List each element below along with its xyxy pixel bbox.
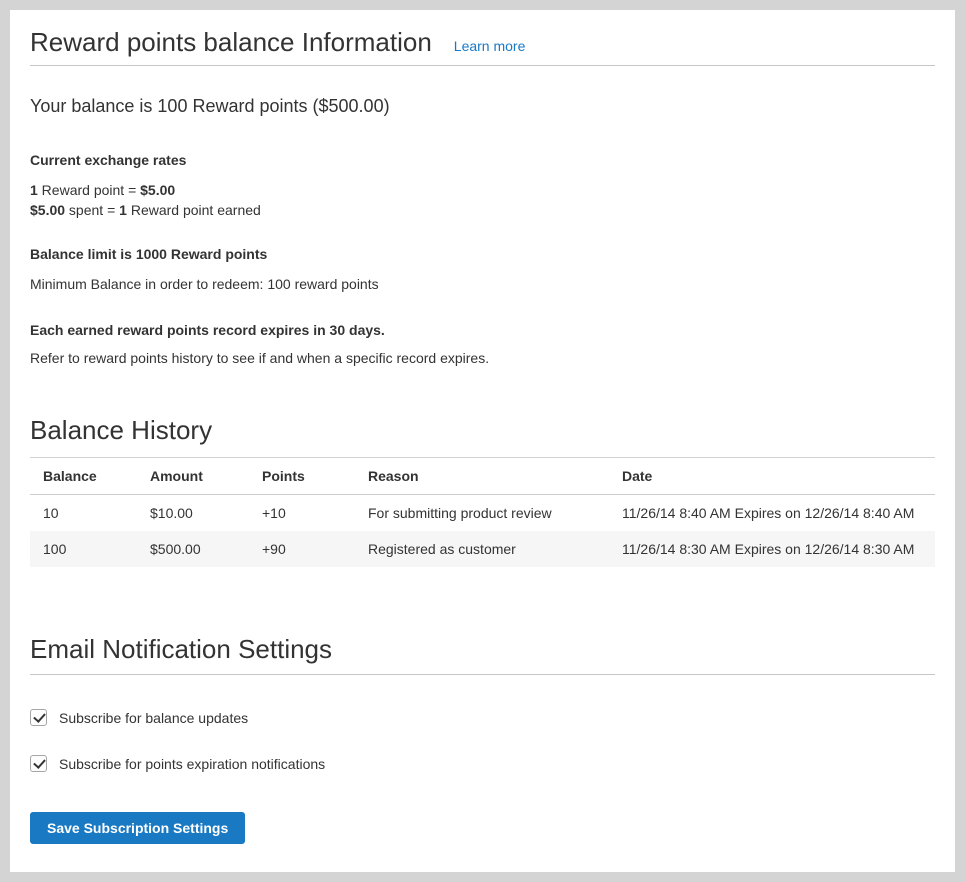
- table-row: 10 $10.00 +10 For submitting product rev…: [30, 495, 935, 532]
- cell-amount: $500.00: [137, 531, 249, 567]
- email-settings-title-row: Email Notification Settings: [30, 633, 935, 675]
- exchange-rate-line-1: 1 Reward point = $5.00: [30, 180, 935, 200]
- expiration-heading: Each earned reward points record expires…: [30, 320, 935, 340]
- page-title-row: Reward points balance Information Learn …: [30, 10, 935, 66]
- exchange-rate-point-value: 1: [30, 182, 38, 198]
- cell-amount: $10.00: [137, 495, 249, 532]
- exchange-rates-block: 1 Reward point = $5.00 $5.00 spent = 1 R…: [30, 180, 935, 220]
- balance-limit-text: Balance limit is 1000 Reward points: [30, 244, 935, 264]
- column-header-date: Date: [609, 458, 935, 495]
- subscribe-balance-label[interactable]: Subscribe for balance updates: [59, 710, 248, 726]
- expiration-note: Refer to reward points history to see if…: [30, 348, 935, 368]
- balance-history-table: Balance Amount Points Reason Date 10 $10…: [30, 457, 935, 567]
- subscribe-balance-row: Subscribe for balance updates: [30, 709, 935, 726]
- cell-reason: Registered as customer: [355, 531, 609, 567]
- exchange-rate-line-2: $5.00 spent = 1 Reward point earned: [30, 200, 935, 220]
- subscribe-expiration-row: Subscribe for points expiration notifica…: [30, 755, 935, 772]
- page-title: Reward points balance Information: [30, 27, 432, 58]
- reward-points-card: Reward points balance Information Learn …: [10, 10, 955, 872]
- table-header-row: Balance Amount Points Reason Date: [30, 458, 935, 495]
- subscribe-balance-checkbox[interactable]: [30, 709, 47, 726]
- column-header-points: Points: [249, 458, 355, 495]
- cell-date: 11/26/14 8:40 AM Expires on 12/26/14 8:4…: [609, 495, 935, 532]
- column-header-balance: Balance: [30, 458, 137, 495]
- spend-rate-text: spent =: [65, 202, 119, 218]
- save-subscription-settings-button[interactable]: Save Subscription Settings: [30, 812, 245, 844]
- cell-points: +90: [249, 531, 355, 567]
- cell-date: 11/26/14 8:30 AM Expires on 12/26/14 8:3…: [609, 531, 935, 567]
- exchange-rate-currency-value: $5.00: [140, 182, 175, 198]
- balance-history-title: Balance History: [30, 414, 935, 446]
- balance-summary: Your balance is 100 Reward points ($500.…: [30, 94, 935, 118]
- subscribe-expiration-label[interactable]: Subscribe for points expiration notifica…: [59, 756, 325, 772]
- learn-more-link[interactable]: Learn more: [454, 38, 526, 54]
- column-header-reason: Reason: [355, 458, 609, 495]
- spend-rate-point-value: 1: [119, 202, 127, 218]
- subscribe-expiration-checkbox[interactable]: [30, 755, 47, 772]
- cell-balance: 10: [30, 495, 137, 532]
- table-row: 100 $500.00 +90 Registered as customer 1…: [30, 531, 935, 567]
- cell-balance: 100: [30, 531, 137, 567]
- exchange-rates-heading: Current exchange rates: [30, 150, 935, 170]
- minimum-balance-text: Minimum Balance in order to redeem: 100 …: [30, 274, 935, 294]
- cell-points: +10: [249, 495, 355, 532]
- email-settings-title: Email Notification Settings: [30, 633, 935, 665]
- spend-rate-currency-value: $5.00: [30, 202, 65, 218]
- spend-rate-suffix: Reward point earned: [127, 202, 261, 218]
- exchange-rate-text: Reward point =: [38, 182, 140, 198]
- cell-reason: For submitting product review: [355, 495, 609, 532]
- column-header-amount: Amount: [137, 458, 249, 495]
